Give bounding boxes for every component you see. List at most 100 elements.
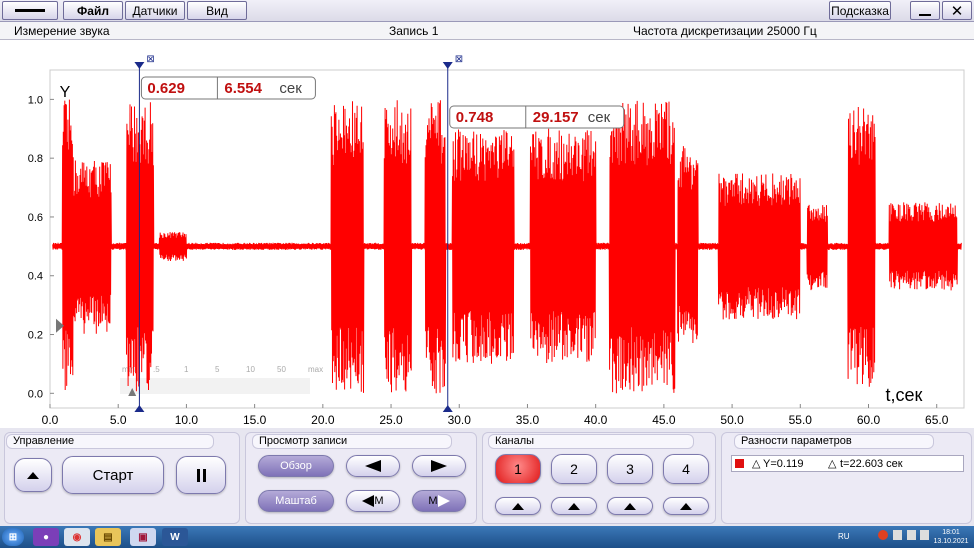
explorer-icon[interactable]: ▤ <box>95 528 121 546</box>
pause-button[interactable] <box>176 456 226 494</box>
cursor-close-icon[interactable]: ⊠ <box>455 54 463 65</box>
x-axis-label: t,сек <box>886 385 923 405</box>
network-icon[interactable] <box>907 530 916 540</box>
scale-button[interactable]: Маштаб <box>258 490 334 512</box>
cursor-top-marker[interactable] <box>442 62 453 69</box>
channel-2-up-button[interactable] <box>551 497 597 515</box>
measurement-label: Измерение звука <box>14 24 110 38</box>
sound-chart[interactable]: 0.0 0.2 0.4 0.6 0.8 1.0 0.0 5.0 10.0 15.0 20.0 25.0… <box>0 40 974 428</box>
language-indicator[interactable]: RU <box>838 532 850 541</box>
zoom-scale-label: 1 <box>184 365 189 374</box>
clock-time: 18:01 <box>942 529 960 536</box>
up-icon <box>568 502 580 510</box>
zoom-scale-label: 5 <box>215 365 220 374</box>
x-tick-label: 0.0 <box>42 413 59 427</box>
x-tick-label: 5.0 <box>110 413 127 427</box>
up-icon <box>27 471 39 479</box>
cursor-t-value: 29.157 <box>533 109 579 126</box>
menu-view[interactable]: Вид <box>187 1 247 20</box>
channel-color-swatch <box>735 459 744 468</box>
marker-right-icon <box>437 495 450 507</box>
marker-left-icon <box>362 495 375 507</box>
channel-2-button[interactable]: 2 <box>551 454 597 484</box>
app-icon[interactable]: ▣ <box>130 528 156 546</box>
x-tick-label: 55.0 <box>789 413 813 427</box>
delta-icon: △ <box>828 458 837 470</box>
x-tick-label: 50.0 <box>720 413 744 427</box>
channel-1-button[interactable]: 1 <box>495 454 541 484</box>
menu-bar: Файл Датчики Вид Подсказка ✕ <box>0 0 974 22</box>
volume-icon[interactable] <box>920 530 929 540</box>
cursor-t-unit: сек <box>588 109 611 126</box>
y-tick-label: 0.0 <box>28 388 43 400</box>
marker-right-button[interactable]: М <box>412 490 466 512</box>
arrow-right-icon <box>431 460 447 472</box>
tray-icon[interactable] <box>893 530 902 540</box>
channel-1-up-button[interactable] <box>495 497 541 515</box>
x-tick-label: 40.0 <box>584 413 608 427</box>
x-tick-label: 60.0 <box>857 413 881 427</box>
y-axis-label: Y <box>60 84 71 101</box>
delta-icon: △ <box>752 458 761 470</box>
cursor-t-value: 6.554 <box>224 80 262 97</box>
up-icon <box>680 502 692 510</box>
scroll-right-button[interactable] <box>412 455 466 477</box>
channel-3-button[interactable]: 3 <box>607 454 653 484</box>
y-tick-label: 0.6 <box>28 212 43 224</box>
cursor-top-marker[interactable] <box>134 62 145 69</box>
channel-4-up-button[interactable] <box>663 497 709 515</box>
delta-t-value: t=22.603 сек <box>840 458 903 470</box>
menu-sensors[interactable]: Датчики <box>125 1 185 20</box>
channels-title: Каналы <box>488 434 694 449</box>
taskbar: ⊞ ● ◉ ▤ ▣ W RU 18:01 13.10.2021 <box>0 526 974 548</box>
diff-title: Разности параметров <box>734 434 934 449</box>
channel-3-up-button[interactable] <box>607 497 653 515</box>
y-tick-label: 0.2 <box>28 330 43 342</box>
arrow-left-icon <box>365 460 381 472</box>
up-icon <box>624 502 636 510</box>
y-tick-label: 1.0 <box>28 94 43 106</box>
channel-4-button[interactable]: 4 <box>663 454 709 484</box>
marker-left-label: М <box>374 495 384 507</box>
delta-y-value: Y=0.119 <box>763 458 804 470</box>
zoom-scale-label: max <box>308 365 323 374</box>
clock[interactable]: 18:01 13.10.2021 <box>932 528 970 546</box>
scroll-left-button[interactable] <box>346 455 400 477</box>
record-label: Запись 1 <box>389 24 439 38</box>
start-button[interactable]: Старт <box>62 456 164 494</box>
zoom-scale-label: 10 <box>246 365 255 374</box>
start-menu-icon[interactable]: ⊞ <box>2 528 24 546</box>
up-icon <box>512 502 524 510</box>
close-button[interactable]: ✕ <box>942 1 972 20</box>
x-tick-label: 15.0 <box>243 413 267 427</box>
y-tick-label: 0.8 <box>28 153 43 165</box>
overview-button[interactable]: Обзор <box>258 455 334 477</box>
marker-right-label: М <box>428 495 438 507</box>
control-title: Управление <box>6 434 214 449</box>
y-tick-label: 0.4 <box>28 271 43 283</box>
pause-icon <box>196 468 206 482</box>
channel-up-button[interactable] <box>14 458 52 492</box>
tray-icon[interactable] <box>878 530 888 540</box>
sample-rate-label: Частота дискретизации 25000 Гц <box>633 24 817 38</box>
chrome-icon[interactable]: ◉ <box>64 528 90 546</box>
menu-file[interactable]: Файл <box>63 1 123 20</box>
info-bar: Измерение звука Запись 1 Частота дискрет… <box>0 22 974 40</box>
minimize-icon <box>919 13 931 16</box>
marker-left-button[interactable]: М <box>346 490 400 512</box>
x-tick-label: 45.0 <box>652 413 676 427</box>
back-button[interactable] <box>2 1 58 20</box>
x-tick-label: 65.0 <box>925 413 949 427</box>
minimize-button[interactable] <box>910 1 940 20</box>
cursor-close-icon[interactable]: ⊠ <box>146 54 154 65</box>
x-tick-label: 10.0 <box>175 413 199 427</box>
word-icon[interactable]: W <box>162 528 188 546</box>
hint-button[interactable]: Подсказка <box>829 1 891 20</box>
x-tick-label: 35.0 <box>516 413 540 427</box>
clock-date: 13.10.2021 <box>933 538 969 545</box>
assistant-icon[interactable]: ● <box>33 528 59 546</box>
back-arrow-icon <box>15 9 45 12</box>
diff-row: △ Y=0.119 △ t=22.603 сек <box>731 455 964 472</box>
cursor-y-value: 0.629 <box>147 80 185 97</box>
zoom-scale-label: 50 <box>277 365 286 374</box>
